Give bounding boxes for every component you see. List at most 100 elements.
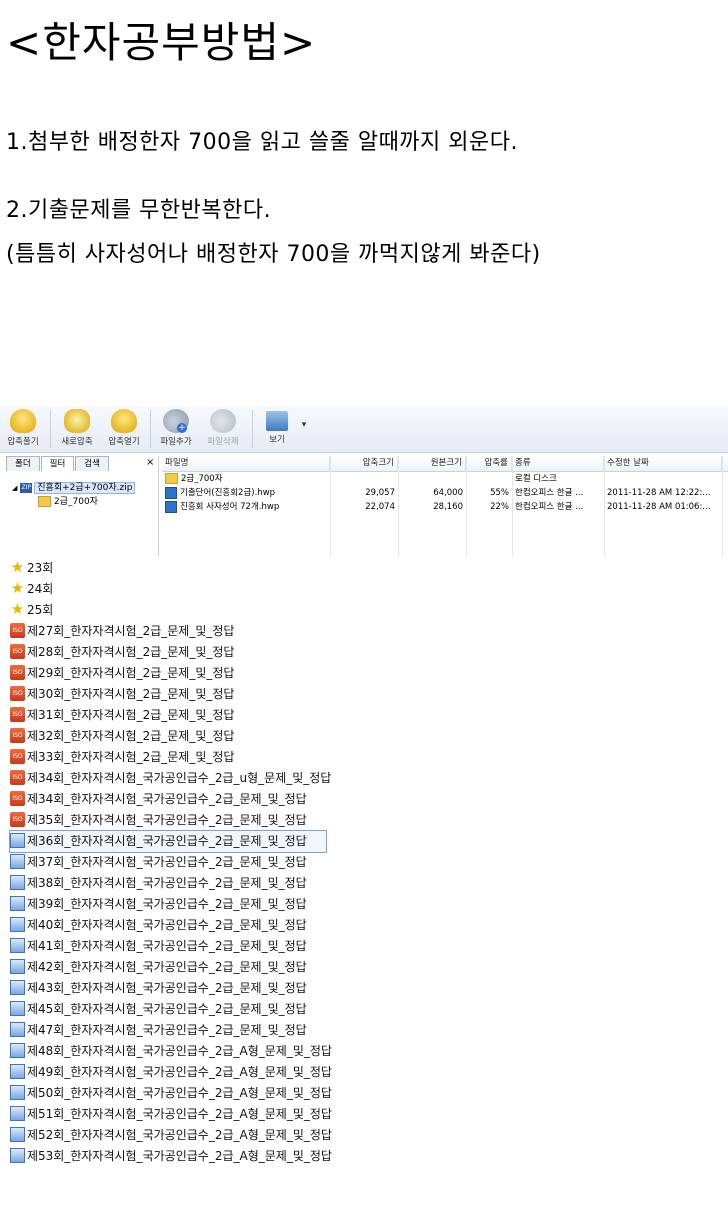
iso-file-icon: ISO bbox=[10, 770, 25, 785]
list-item[interactable]: 제37회_한자자격시험_국가공인급수_2급_문제_및_정답 bbox=[10, 852, 356, 873]
view-button[interactable]: 보기 bbox=[260, 406, 294, 452]
list-item-label: 제51회_한자자격시험_국가공인급수_2급_A형_문제_및_정답 bbox=[27, 1107, 332, 1121]
tab-search[interactable]: 검색 bbox=[75, 456, 109, 471]
list-item-label: 제47회_한자자격시험_국가공인급수_2급_문제_및_정답 bbox=[27, 1023, 307, 1037]
add-file-button[interactable]: + 파일추가 bbox=[154, 406, 198, 452]
star-folder-icon: ★ bbox=[10, 600, 25, 618]
list-item[interactable]: ISO 제27회_한자자격시험_2급_문제_및_정답 bbox=[10, 621, 356, 642]
list-item[interactable]: 제38회_한자자격시험_국가공인급수_2급_문제_및_정답 bbox=[10, 873, 356, 894]
delete-file-button[interactable]: 파일삭제 bbox=[200, 406, 246, 452]
table-row[interactable]: 2급_700자 로컬 디스크 bbox=[162, 472, 728, 486]
list-item[interactable]: 제39회_한자자격시험_국가공인급수_2급_문제_및_정답 bbox=[10, 894, 356, 915]
extract-button[interactable]: 압축풀기 bbox=[0, 406, 46, 452]
list-item-label: 제45회_한자자격시험_국가공인급수_2급_문제_및_정답 bbox=[27, 1002, 307, 1016]
tab-folder[interactable]: 폴더 bbox=[6, 456, 40, 471]
page-title: <한자공부방법> bbox=[6, 18, 317, 67]
list-item-label: 제31회_한자자격시험_2급_문제_및_정답 bbox=[27, 708, 235, 722]
file-packed: 22,074 bbox=[365, 502, 395, 512]
tree-archive-node[interactable]: ◢ ZIP 진흥회+2급+700자.zip bbox=[12, 480, 136, 494]
open-archive-button[interactable]: 압축열기 bbox=[102, 406, 146, 452]
column-packed[interactable]: 압축크기 bbox=[330, 456, 398, 471]
column-date[interactable]: 수정한 날짜 bbox=[604, 456, 722, 471]
zip-icon: ZIP bbox=[20, 482, 33, 493]
list-item[interactable]: ISO 제35회_한자자격시험_국가공인급수_2급_문제_및_정답 bbox=[10, 810, 356, 831]
list-item-label: 제35회_한자자격시험_국가공인급수_2급_문제_및_정답 bbox=[27, 813, 307, 827]
list-item[interactable]: 제50회_한자자격시험_국가공인급수_2급_A형_문제_및_정답 bbox=[10, 1083, 356, 1104]
hwp-file-icon bbox=[10, 1106, 25, 1121]
list-item[interactable]: ISO 제33회_한자자격시험_2급_문제_및_정답 bbox=[10, 747, 356, 768]
view-icon bbox=[266, 411, 288, 431]
list-item[interactable]: ★ 25회 bbox=[10, 600, 356, 621]
collapse-icon[interactable]: ◢ bbox=[12, 484, 17, 492]
star-folder-icon: ★ bbox=[10, 579, 25, 597]
list-item[interactable]: 제42회_한자자격시험_국가공인급수_2급_문제_및_정답 bbox=[10, 957, 356, 978]
toolbar-separator bbox=[150, 410, 151, 448]
add-file-label: 파일추가 bbox=[160, 437, 192, 447]
list-item[interactable]: 제52회_한자자격시험_국가공인급수_2급_A형_문제_및_정답 bbox=[10, 1125, 356, 1146]
list-item[interactable]: 제49회_한자자격시험_국가공인급수_2급_A형_문제_및_정답 bbox=[10, 1062, 356, 1083]
list-item[interactable]: ISO 제34회_한자자격시험_국가공인급수_2급_u형_문제_및_정답 bbox=[10, 768, 356, 789]
list-item[interactable]: 제36회_한자자격시험_국가공인급수_2급_문제_및_정답 bbox=[9, 830, 327, 853]
file-type: 로컬 디스크 bbox=[515, 474, 557, 484]
list-item[interactable]: ★ 24회 bbox=[10, 579, 356, 600]
list-item[interactable]: ISO 제32회_한자자격시험_2급_문제_및_정답 bbox=[10, 726, 356, 747]
list-item[interactable]: ISO 제34회_한자자격시험_국가공인급수_2급_문제_및_정답 bbox=[10, 789, 356, 810]
tree-folder-node[interactable]: 2급_700자 bbox=[38, 494, 98, 507]
folder-icon bbox=[38, 496, 51, 507]
tab-filter[interactable]: 필터 bbox=[40, 456, 75, 471]
file-packed: 29,057 bbox=[365, 488, 395, 498]
list-item[interactable]: ISO 제28회_한자자격시험_2급_문제_및_정답 bbox=[10, 642, 356, 663]
column-ratio[interactable]: 압축률 bbox=[466, 456, 512, 471]
list-item[interactable]: ISO 제29회_한자자격시험_2급_문제_및_정답 bbox=[10, 663, 356, 684]
instruction-line-3: (틈틈히 사자성어나 배정한자 700을 까먹지않게 봐준다) bbox=[6, 242, 541, 267]
list-item-label: 23회 bbox=[27, 561, 54, 575]
new-archive-button[interactable]: 새로압축 bbox=[54, 406, 100, 452]
list-item-label: 25회 bbox=[27, 603, 54, 617]
hwp-file-icon bbox=[10, 1001, 25, 1016]
hwp-file-icon bbox=[165, 500, 177, 513]
list-item[interactable]: ISO 제31회_한자자격시험_2급_문제_및_정답 bbox=[10, 705, 356, 726]
list-item-label: 제40회_한자자격시험_국가공인급수_2급_문제_및_정답 bbox=[27, 918, 307, 932]
instruction-line-2: 2.기출문제를 무한반복한다. bbox=[6, 198, 272, 223]
list-item[interactable]: 제43회_한자자격시험_국가공인급수_2급_문제_및_정답 bbox=[10, 978, 356, 999]
file-size: 28,160 bbox=[433, 502, 463, 512]
list-item[interactable]: 제53회_한자자격시험_국가공인급수_2급_A형_문제_및_정답 bbox=[10, 1146, 356, 1167]
file-list-header: 파일명 압축크기 원본크기 압축률 종류 수정한 날짜 bbox=[162, 456, 728, 472]
hwp-file-icon bbox=[10, 959, 25, 974]
table-row[interactable]: 진흥회 사자성어 72개.hwp 22,074 28,160 22% 한컴오피스… bbox=[162, 500, 728, 514]
list-item-label: 제36회_한자자격시험_국가공인급수_2급_문제_및_정답 bbox=[27, 834, 307, 848]
hwp-file-icon bbox=[165, 486, 177, 499]
list-item[interactable]: 제48회_한자자격시험_국가공인급수_2급_A형_문제_및_정답 bbox=[10, 1041, 356, 1062]
list-item[interactable]: ISO 제30회_한자자격시험_2급_문제_및_정답 bbox=[10, 684, 356, 705]
list-item-label: 제43회_한자자격시험_국가공인급수_2급_문제_및_정답 bbox=[27, 981, 307, 995]
archive-window: 압축풀기 새로압축 압축열기 + 파일추가 파일삭제 보기 ▾ 폴더필터검색 bbox=[0, 406, 728, 556]
column-name[interactable]: 파일명 bbox=[162, 456, 330, 471]
open-archive-icon bbox=[111, 409, 137, 433]
view-dropdown-icon[interactable]: ▾ bbox=[298, 420, 310, 432]
table-row[interactable]: 기출단어(진흥회2급).hwp 29,057 64,000 55% 한컴오피스 … bbox=[162, 486, 728, 500]
iso-file-icon: ISO bbox=[10, 791, 25, 806]
list-item[interactable]: ★ 23회 bbox=[10, 558, 356, 579]
list-item[interactable]: 제51회_한자자격시험_국가공인급수_2급_A형_문제_및_정답 bbox=[10, 1104, 356, 1125]
list-item[interactable]: 제41회_한자자격시험_국가공인급수_2급_문제_및_정답 bbox=[10, 936, 356, 957]
delete-file-icon bbox=[210, 409, 236, 433]
folder-name: 2급_700자 bbox=[54, 497, 98, 507]
folder-file-list: ★ 23회 ★ 24회 ★ 25회 ISO 제27회_한자자격시험_2급_문제_및_정답 ISO… bbox=[9, 558, 356, 1178]
extract-label: 압축풀기 bbox=[7, 437, 39, 447]
close-pane-button[interactable]: × bbox=[146, 457, 154, 468]
file-name: 기출단어(진흥회2급).hwp bbox=[180, 488, 276, 498]
hwp-file-icon bbox=[10, 875, 25, 890]
list-item-label: 제49회_한자자격시험_국가공인급수_2급_A형_문제_및_정답 bbox=[27, 1065, 332, 1079]
extract-icon bbox=[10, 409, 36, 433]
list-item-label: 제42회_한자자격시험_국가공인급수_2급_문제_및_정답 bbox=[27, 960, 307, 974]
new-archive-label: 새로압축 bbox=[61, 437, 93, 447]
list-item[interactable]: 제45회_한자자격시험_국가공인급수_2급_문제_및_정답 bbox=[10, 999, 356, 1020]
list-item-label: 제34회_한자자격시험_국가공인급수_2급_u형_문제_및_정답 bbox=[27, 771, 332, 785]
list-item[interactable]: 제47회_한자자격시험_국가공인급수_2급_문제_및_정답 bbox=[10, 1020, 356, 1041]
column-size[interactable]: 원본크기 bbox=[398, 456, 466, 471]
iso-file-icon: ISO bbox=[10, 728, 25, 743]
list-item[interactable]: 제40회_한자자격시험_국가공인급수_2급_문제_및_정답 bbox=[10, 915, 356, 936]
column-type[interactable]: 종류 bbox=[512, 456, 604, 471]
instruction-line-1: 1.첨부한 배정한자 700을 읽고 쓸줄 알때까지 외운다. bbox=[6, 130, 518, 155]
hwp-file-icon bbox=[10, 938, 25, 953]
